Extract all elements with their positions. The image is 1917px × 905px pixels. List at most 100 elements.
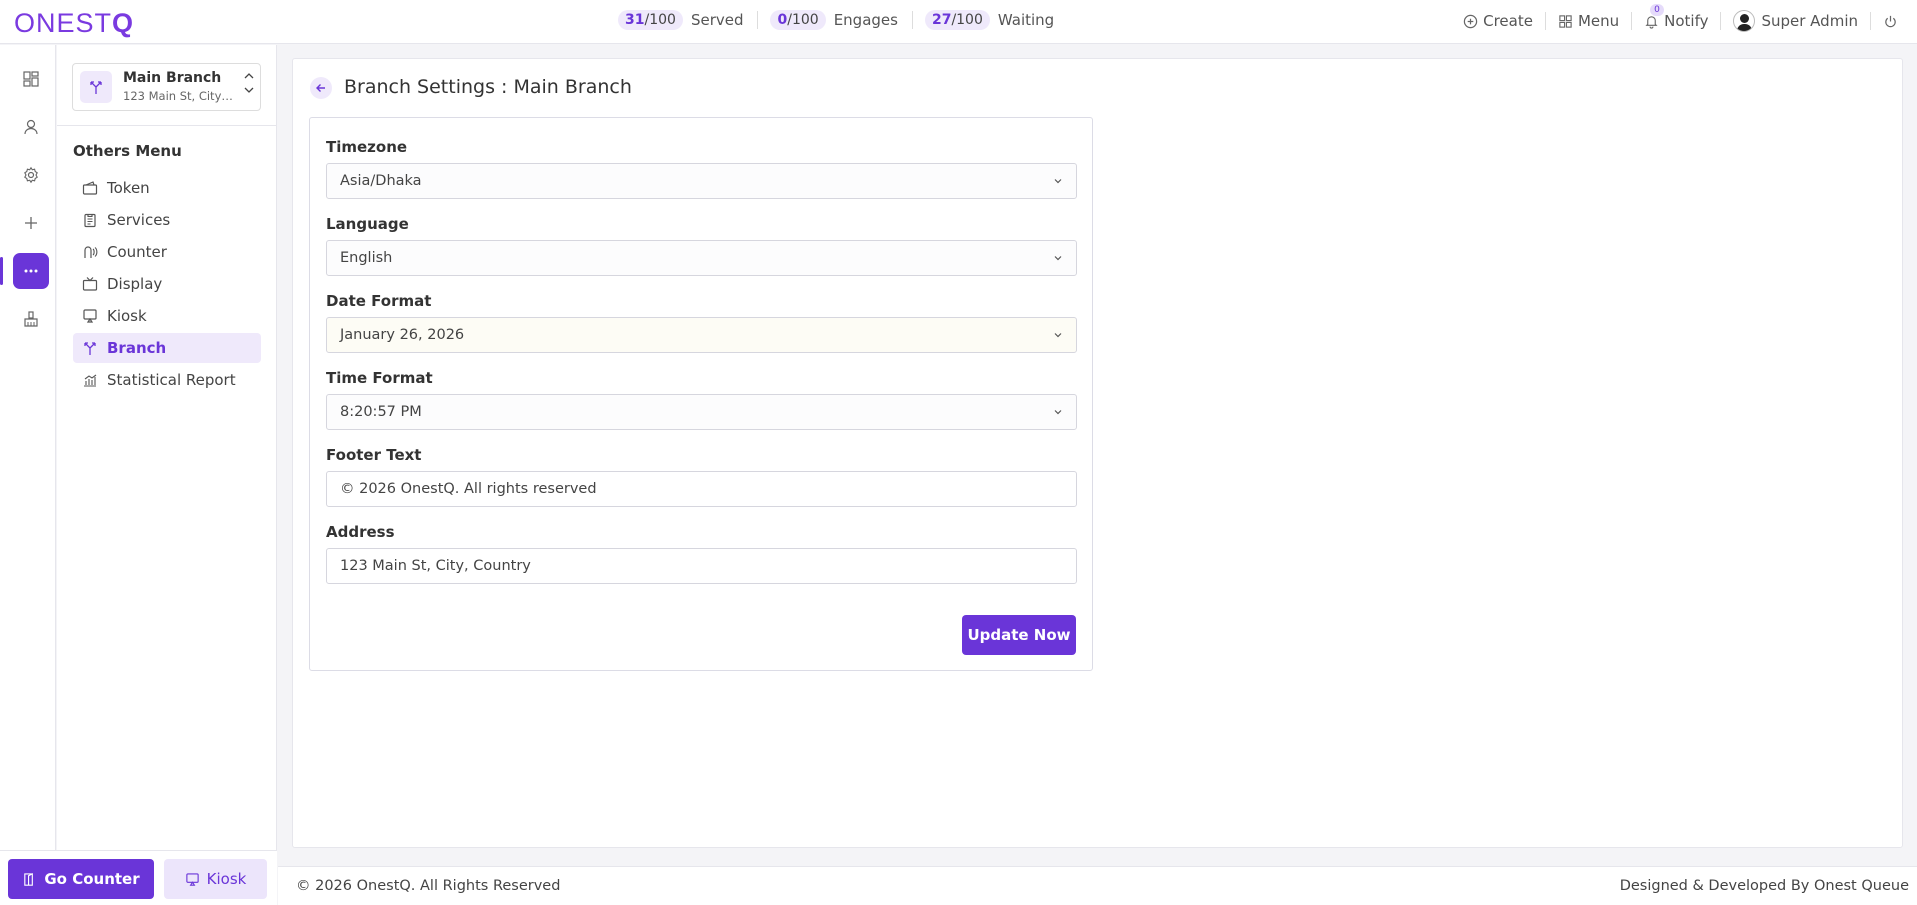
footer-text-input[interactable]: © 2026 OnestQ. All rights reserved — [326, 471, 1077, 507]
divider — [1544, 12, 1546, 30]
menu-item-services[interactable]: Services — [73, 205, 261, 235]
dashboard-icon — [23, 71, 39, 87]
menu-label: Menu — [1577, 12, 1620, 30]
stat-label: Waiting — [997, 11, 1055, 29]
more-icon — [24, 269, 38, 273]
rail-clean-button[interactable] — [13, 301, 49, 337]
create-label: Create — [1483, 12, 1533, 30]
go-counter-button[interactable]: Go Counter — [8, 859, 154, 899]
copyright-text: © 2026 OnestQ. All Rights Reserved — [296, 878, 561, 894]
kiosk-icon — [185, 872, 199, 886]
branch-settings-form: Timezone Asia/Dhaka Language English Dat… — [309, 117, 1093, 671]
menu-item-label: Token — [107, 179, 150, 197]
rail-settings-button[interactable] — [13, 157, 49, 193]
address-value: 123 Main St, City, Country — [340, 558, 531, 574]
chart-icon — [84, 374, 97, 387]
kiosk-icon — [83, 309, 97, 323]
stat-engages: 0/100 Engages — [770, 10, 898, 30]
menu-item-label: Services — [107, 211, 171, 229]
divider — [1870, 12, 1871, 30]
footer-text-label: Footer Text — [326, 446, 422, 464]
back-button[interactable] — [310, 77, 332, 99]
menu-item-label: Statistical Report — [107, 371, 236, 389]
chevron-down-icon — [1054, 333, 1062, 338]
time-format-label: Time Format — [326, 369, 433, 387]
stat-waiting: 27/100 Waiting — [924, 10, 1055, 30]
power-icon — [1885, 15, 1896, 27]
language-select[interactable]: English — [326, 240, 1077, 276]
stat-served: 31/100 Served — [618, 10, 743, 30]
stat-value: 0 — [777, 12, 788, 28]
door-icon — [24, 872, 34, 886]
app-logo[interactable]: ONESTQ — [14, 8, 134, 39]
chevron-down-icon — [1054, 179, 1062, 184]
ticket-icon — [82, 181, 98, 195]
avatar — [1733, 10, 1756, 32]
time-format-select[interactable]: 8:20:57 PM — [326, 394, 1077, 430]
menu-button[interactable]: Menu — [1558, 12, 1619, 30]
chevron-down-icon — [1054, 410, 1062, 415]
menu-item-token[interactable]: Token — [73, 173, 261, 203]
stat-value: 27 — [931, 12, 952, 28]
gear-icon — [24, 166, 38, 184]
stat-total: /100 — [644, 12, 676, 28]
update-now-button[interactable]: Update Now — [962, 615, 1076, 655]
menu-item-label: Branch — [107, 339, 167, 357]
notify-button[interactable]: 0 Notify — [1644, 4, 1709, 30]
language-label: Language — [326, 215, 409, 233]
date-format-label: Date Format — [326, 292, 432, 310]
rail-add-button[interactable] — [13, 205, 49, 241]
credits-text: Designed & Developed By Onest Queue — [1619, 878, 1909, 894]
divider — [757, 11, 759, 29]
side-menu: Main Branch 123 Main St, City, Country O… — [57, 45, 277, 850]
menu-item-label: Counter — [107, 243, 167, 261]
timezone-select[interactable]: Asia/Dhaka — [326, 163, 1077, 199]
top-header: ONESTQ 31/100 Served 0/100 Engages 27/10… — [0, 0, 1917, 44]
menu-list: Token Services Counter Display Kiosk Bra… — [73, 173, 261, 397]
divider — [911, 11, 913, 29]
queue-stats: 31/100 Served 0/100 Engages 27/100 Waiti… — [618, 10, 1054, 30]
branch-selector[interactable]: Main Branch 123 Main St, City, Country — [72, 63, 261, 111]
icon-rail — [0, 45, 56, 850]
footer-text-value: © 2026 OnestQ. All rights reserved — [340, 481, 597, 497]
page-title: Branch Settings : Main Branch — [344, 76, 632, 98]
rail-dashboard-button[interactable] — [13, 61, 49, 97]
chevron-down-icon — [1054, 256, 1062, 261]
notify-count-badge: 0 — [1650, 4, 1664, 16]
menu-item-counter[interactable]: Counter — [73, 237, 261, 267]
logout-button[interactable] — [1883, 14, 1903, 29]
language-value: English — [340, 250, 393, 266]
date-format-select[interactable]: January 26, 2026 — [326, 317, 1077, 353]
branch-icon — [90, 81, 102, 94]
menu-item-kiosk[interactable]: Kiosk — [73, 301, 261, 331]
menu-section-title: Others Menu — [73, 142, 182, 160]
stat-value: 31 — [625, 12, 645, 28]
kiosk-button[interactable]: Kiosk — [164, 859, 267, 899]
menu-item-branch[interactable]: Branch — [73, 333, 261, 363]
user-menu[interactable]: Super Admin — [1733, 10, 1858, 32]
bottom-actions: Go Counter Kiosk — [0, 850, 277, 905]
branch-icon — [84, 342, 96, 355]
notify-label: Notify — [1664, 12, 1709, 30]
kiosk-label: Kiosk — [206, 870, 247, 888]
arrow-left-icon — [316, 84, 325, 92]
branch-name: Main Branch — [123, 70, 222, 86]
clipboard-icon — [84, 213, 96, 228]
menu-item-label: Kiosk — [107, 307, 147, 325]
timezone-label: Timezone — [326, 138, 408, 156]
page-footer: © 2026 OnestQ. All Rights Reserved Desig… — [278, 866, 1917, 905]
date-format-value: January 26, 2026 — [340, 327, 465, 343]
menu-item-statistical-report[interactable]: Statistical Report — [73, 365, 261, 395]
plus-icon — [25, 217, 37, 229]
timezone-value: Asia/Dhaka — [340, 173, 422, 189]
create-button[interactable]: Create — [1463, 12, 1533, 30]
rail-users-button[interactable] — [13, 109, 49, 145]
menu-item-display[interactable]: Display — [73, 269, 261, 299]
rail-more-button[interactable] — [0, 253, 49, 289]
counter-icon — [84, 246, 98, 258]
plus-circle-icon — [1463, 14, 1478, 28]
time-format-value: 8:20:57 PM — [340, 404, 422, 420]
main-content: Branch Settings : Main Branch Timezone A… — [292, 58, 1903, 848]
branch-icon-box — [80, 71, 112, 103]
address-input[interactable]: 123 Main St, City, Country — [326, 548, 1077, 584]
